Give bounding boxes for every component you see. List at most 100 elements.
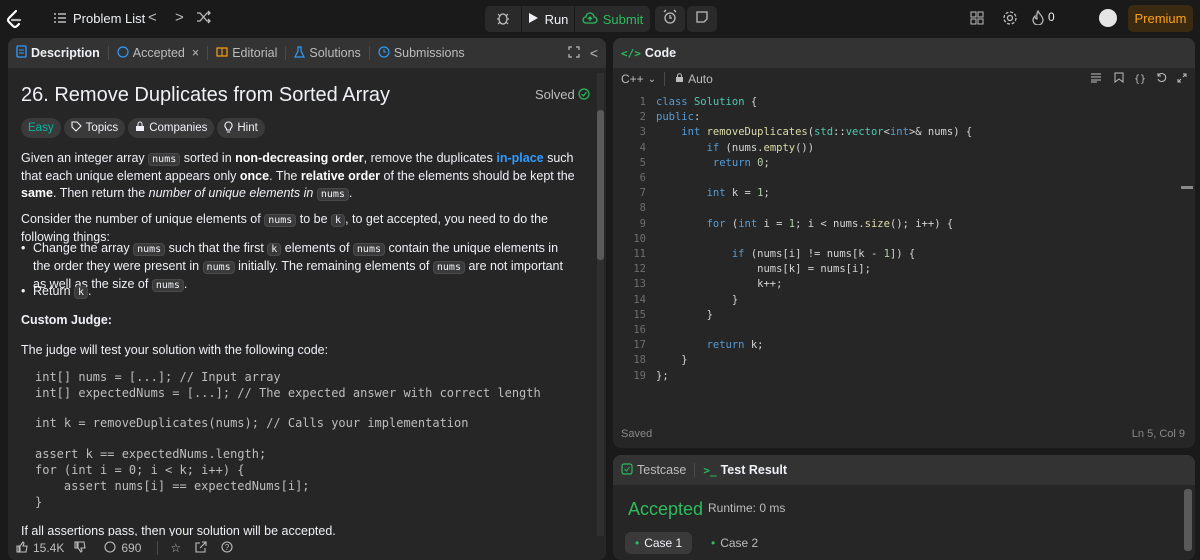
thumbs-down-icon[interactable]: [74, 540, 87, 556]
tab-submissions[interactable]: Submissions: [370, 38, 473, 68]
companies-chip[interactable]: Companies: [128, 118, 215, 138]
inline-code: nums: [148, 153, 181, 166]
inline-code: k: [74, 286, 89, 299]
problem-list-link[interactable]: Problem List: [73, 11, 145, 26]
avatar[interactable]: [1099, 9, 1117, 27]
solved-label: Solved: [535, 87, 575, 102]
cloud-upload-icon: [582, 11, 598, 27]
fullscreen-icon[interactable]: [568, 45, 580, 61]
bullet-2: • Return k.: [21, 283, 581, 301]
line-number-gutter: 1 2 3 4 5 6 7 8 9 10 11 12 13 14 15 16 17 18 19: [613, 95, 646, 384]
pass-dot-icon: •: [711, 536, 716, 550]
book-icon: [216, 46, 228, 61]
text: Given an integer array: [21, 151, 149, 165]
prev-problem-chevron-icon[interactable]: <: [148, 9, 157, 26]
play-icon: [528, 12, 539, 27]
case-1-tab[interactable]: • Case 1: [625, 532, 693, 554]
run-button[interactable]: Run: [522, 6, 574, 32]
line-number: 12: [633, 263, 646, 276]
chevron-down-icon: ⌄: [647, 73, 657, 85]
debug-bug-button[interactable]: [485, 6, 521, 32]
case-2-tab[interactable]: • Case 2: [701, 532, 768, 554]
close-icon[interactable]: ×: [192, 46, 199, 60]
tab-description[interactable]: Description: [8, 38, 108, 68]
code-toolbar: C++ ⌄ Auto {}: [613, 68, 1195, 90]
bug-icon: [495, 10, 511, 29]
description-scrollbar-thumb[interactable]: [597, 110, 604, 260]
tab-testcase[interactable]: Testcase: [613, 455, 694, 485]
tab-editorial[interactable]: Editorial: [208, 38, 285, 68]
tab-description-label: Description: [31, 46, 100, 60]
bookmark-icon[interactable]: [1114, 72, 1124, 86]
text: , remove the duplicates: [363, 151, 497, 165]
check-circle-icon: [578, 87, 590, 102]
code-brackets-icon: </>: [621, 46, 641, 60]
solved-status: Solved: [535, 87, 590, 102]
line-number: 16: [633, 324, 646, 337]
inline-code: k: [331, 214, 346, 227]
tag-icon: [71, 121, 82, 135]
case-1-label: Case 1: [644, 536, 683, 550]
tab-testcase-label: Testcase: [637, 463, 687, 477]
notes-button[interactable]: [687, 6, 717, 32]
text: elements of: [281, 241, 353, 255]
tab-code[interactable]: </> Code: [613, 38, 684, 68]
line-number: 8: [639, 202, 646, 215]
expand-icon[interactable]: [1177, 72, 1187, 86]
comments-button[interactable]: 690: [104, 540, 141, 556]
line-number: 9: [639, 217, 646, 230]
language-select[interactable]: C++ ⌄: [621, 72, 656, 86]
tab-test-result-label: Test Result: [720, 463, 788, 477]
submit-button[interactable]: Submit: [575, 6, 650, 32]
auto-mode-toggle[interactable]: Auto: [675, 72, 713, 86]
companies-label: Companies: [149, 122, 208, 134]
list-icon[interactable]: [53, 11, 67, 25]
braces-icon[interactable]: {}: [1134, 74, 1146, 85]
star-icon[interactable]: ☆: [170, 541, 181, 555]
inline-code: k: [267, 243, 282, 256]
next-problem-chevron-icon[interactable]: >: [175, 9, 184, 26]
line-number: 19: [633, 369, 646, 382]
topics-chip[interactable]: Topics: [63, 118, 126, 138]
text: sorted in: [180, 151, 236, 165]
collapse-chevron-icon[interactable]: <: [590, 45, 598, 61]
tab-accepted[interactable]: Accepted ×: [109, 38, 207, 68]
format-lines-icon[interactable]: [1090, 72, 1102, 86]
alarm-clock-icon: [662, 9, 678, 30]
verdict-text: Accepted: [628, 499, 704, 519]
tab-solutions-label: Solutions: [309, 46, 361, 60]
premium-button[interactable]: Premium: [1128, 5, 1193, 32]
hint-chip[interactable]: Hint: [217, 118, 265, 138]
reset-icon[interactable]: [1156, 72, 1167, 86]
code-scrollbar[interactable]: [1181, 93, 1193, 423]
streak-count: 0: [1048, 10, 1055, 24]
language-value: C++: [621, 72, 644, 86]
description-tabbar: Description Accepted × Editorial Solutio…: [8, 38, 606, 68]
share-icon[interactable]: [195, 540, 207, 556]
in-place-link[interactable]: in-place: [496, 151, 543, 165]
streak-counter[interactable]: 0: [1032, 9, 1055, 28]
help-icon[interactable]: ?: [221, 540, 233, 556]
code-editor[interactable]: class Solution { public: int removeDupli…: [656, 95, 972, 384]
shuffle-icon[interactable]: [196, 10, 212, 27]
inline-code: nums: [202, 261, 235, 274]
timer-button[interactable]: [655, 6, 685, 32]
text: initially. The remaining elements of: [234, 259, 433, 273]
note-icon: [695, 10, 709, 29]
result-scrollbar-thumb[interactable]: [1184, 489, 1192, 551]
leetcode-logo-icon[interactable]: [3, 8, 25, 30]
result-scrollbar[interactable]: [1183, 485, 1193, 555]
code-line: }: [656, 308, 713, 321]
result-tabbar: Testcase >_ Test Result: [613, 455, 1195, 485]
tab-solutions[interactable]: Solutions: [286, 38, 368, 68]
like-button[interactable]: 15.4K: [16, 540, 65, 556]
like-count: 15.4K: [33, 541, 65, 555]
inline-code: nums: [133, 243, 166, 256]
gear-icon[interactable]: [1002, 10, 1018, 26]
difficulty-badge: Easy: [21, 118, 61, 138]
inline-code: nums: [316, 188, 349, 201]
tab-test-result[interactable]: >_ Test Result: [695, 455, 795, 485]
code-line: int removeDuplicates(std::vector<int>& n…: [681, 126, 973, 139]
problem-title: 26. Remove Duplicates from Sorted Array: [21, 84, 391, 106]
layout-grid-icon[interactable]: [970, 11, 984, 25]
